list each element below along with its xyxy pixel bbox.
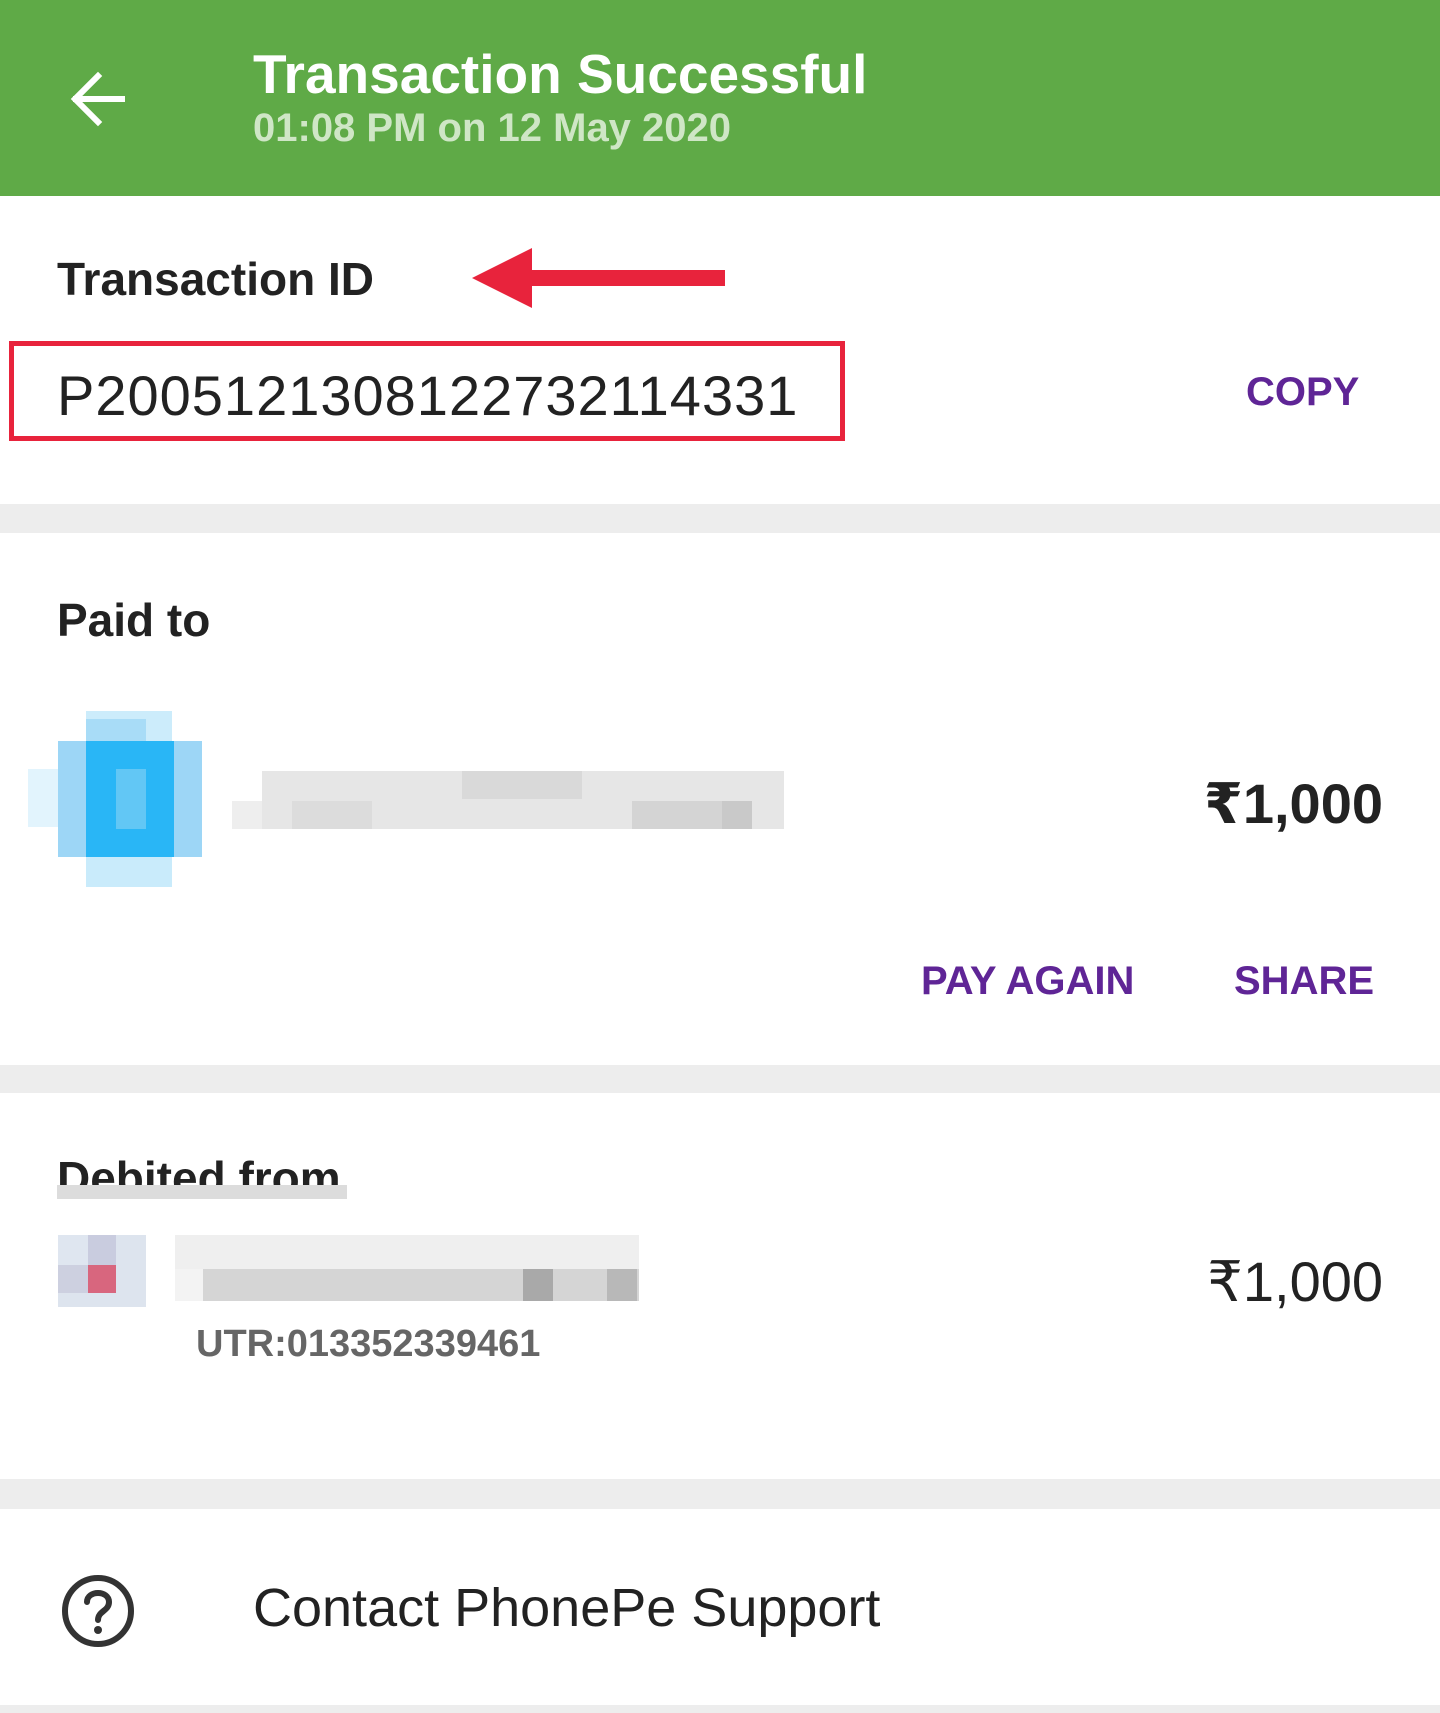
share-button[interactable]: SHARE — [1234, 959, 1374, 1004]
support-row[interactable]: Contact PhonePe Support — [0, 1509, 1440, 1705]
pay-again-button[interactable]: PAY AGAIN — [921, 959, 1134, 1004]
transaction-timestamp: 01:08 PM on 12 May 2020 — [253, 106, 732, 150]
debited-amount: ₹1,000 — [1207, 1250, 1383, 1313]
transaction-id-value: P2005121308122732114331 — [57, 364, 799, 427]
transaction-id-label: Transaction ID — [57, 253, 374, 305]
utr-number: UTR:013352339461 — [196, 1323, 541, 1365]
contact-support-link[interactable]: Contact PhonePe Support — [253, 1577, 880, 1639]
blurred-avatar-icon — [28, 711, 204, 887]
app-header: Transaction Successful 01:08 PM on 12 Ma… — [0, 0, 1440, 196]
blurred-label-strip — [57, 1185, 347, 1199]
page-title: Transaction Successful — [253, 43, 868, 105]
arrow-left-icon[interactable] — [64, 64, 134, 134]
debited-from-card: Debited from ₹1,000 UTR:013352339461 — [0, 1093, 1440, 1479]
copy-button[interactable]: COPY — [1246, 370, 1359, 415]
transaction-id-card: Transaction ID P2005121308122732114331 C… — [0, 196, 1440, 504]
blurred-bank-icon — [58, 1235, 146, 1307]
red-arrow-left-icon — [472, 248, 725, 308]
help-circle-icon — [62, 1575, 134, 1647]
paid-to-card: Paid to ₹1,000 PAY AGAIN SHARE — [0, 533, 1440, 1065]
paid-to-label: Paid to — [57, 594, 211, 646]
paid-amount: ₹1,000 — [1203, 772, 1383, 835]
blurred-bank-name — [175, 1235, 639, 1303]
blurred-recipient-name — [232, 771, 784, 829]
